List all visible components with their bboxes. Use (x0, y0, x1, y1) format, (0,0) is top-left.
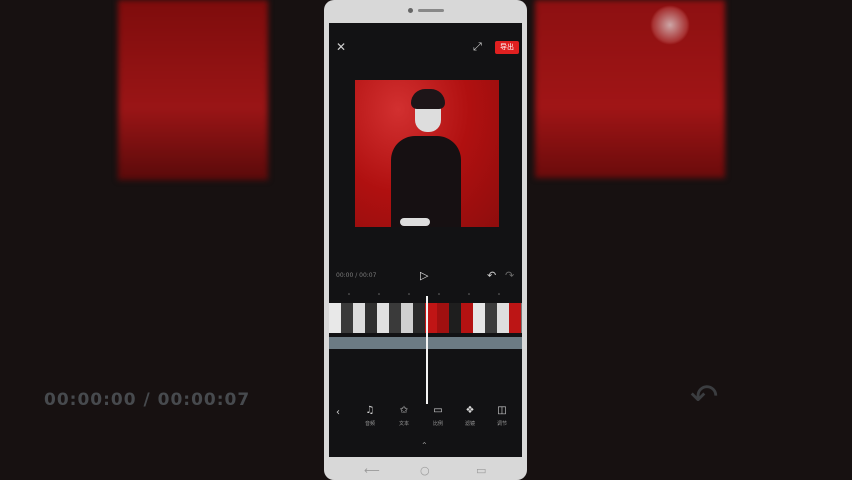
text-icon: ✩ (399, 405, 409, 416)
time-display: 00:00 / 00:07 (336, 272, 377, 279)
tool-audio[interactable]: ♫ 音频 (357, 405, 383, 427)
tool-filter[interactable]: ❖ 滤镜 (457, 405, 483, 427)
undo-icon[interactable]: ↶ (487, 269, 496, 282)
android-nav-bar: ⟵ ○ ▭ (324, 460, 527, 480)
clip-thumbnail (485, 303, 497, 333)
background-undo-icon: ↶ (690, 377, 719, 417)
clip-thumbnail (377, 303, 389, 333)
person-hair (411, 89, 445, 109)
tool-label: 滤镜 (464, 421, 475, 427)
clip-thumbnail (413, 303, 425, 333)
chevron-up-icon[interactable]: ⌃ (421, 441, 428, 450)
tool-adjust[interactable]: ◫ 调节 (489, 405, 515, 427)
camera-dot (408, 8, 413, 13)
person-hand (400, 218, 430, 226)
tool-canvas[interactable]: ▭ 比例 (425, 405, 451, 427)
clip-thumbnail (437, 303, 449, 333)
clip-thumbnail (473, 303, 485, 333)
clip-thumbnail (461, 303, 473, 333)
background-red-panel-right (535, 0, 725, 178)
clip-thumbnail (341, 303, 353, 333)
tool-label: 比例 (432, 421, 443, 427)
video-editor-screen: ✕ ⤢ 导出 00:00 / 00:07 ▷ ↶ ↷ ‹ ♫ 音频 ✩ 文本 ▭… (329, 23, 522, 457)
person-silhouette (391, 136, 461, 227)
clip-thumbnail (365, 303, 377, 333)
close-icon[interactable]: ✕ (336, 40, 346, 54)
back-arrow-icon[interactable]: ‹ (336, 407, 340, 418)
clip-thumbnail (389, 303, 401, 333)
tool-text[interactable]: ✩ 文本 (391, 405, 417, 427)
nav-home-icon[interactable]: ○ (420, 464, 430, 477)
tool-label: 调节 (496, 421, 507, 427)
adjust-icon: ◫ (497, 405, 507, 416)
play-icon[interactable]: ▷ (420, 269, 428, 282)
playhead[interactable] (426, 296, 428, 404)
nav-back-icon[interactable]: ⟵ (364, 464, 380, 477)
clip-thumbnail (401, 303, 413, 333)
filter-icon: ❖ (465, 405, 475, 416)
playback-controls: 00:00 / 00:07 ▷ ↶ ↷ (329, 269, 522, 285)
redo-icon[interactable]: ↷ (505, 269, 514, 282)
export-button[interactable]: 导出 (495, 41, 519, 54)
bottom-toolbar: ‹ ♫ 音频 ✩ 文本 ▭ 比例 ❖ 滤镜 ◫ 调节 (329, 405, 522, 435)
speaker-grille (418, 9, 444, 12)
background-time-text: 00:00:00 / 00:00:07 (44, 390, 251, 410)
clip-thumbnail (329, 303, 341, 333)
phone-frame: ✕ ⤢ 导出 00:00 / 00:07 ▷ ↶ ↷ ‹ ♫ 音频 ✩ 文本 ▭… (324, 0, 527, 480)
tool-label: 文本 (398, 421, 409, 427)
audio-icon: ♫ (365, 405, 375, 416)
canvas-icon: ▭ (433, 405, 443, 416)
background-red-panel-left (118, 0, 268, 180)
video-preview[interactable] (355, 80, 499, 227)
editor-top-bar: ✕ ⤢ 导出 (329, 37, 522, 59)
nav-recent-icon[interactable]: ▭ (476, 464, 486, 477)
fullscreen-icon[interactable]: ⤢ (473, 40, 482, 54)
background-light-spot (650, 5, 690, 45)
clip-thumbnail (449, 303, 461, 333)
clip-thumbnail (497, 303, 509, 333)
clip-thumbnail (509, 303, 521, 333)
clip-thumbnail (353, 303, 365, 333)
tool-label: 音频 (364, 421, 375, 427)
